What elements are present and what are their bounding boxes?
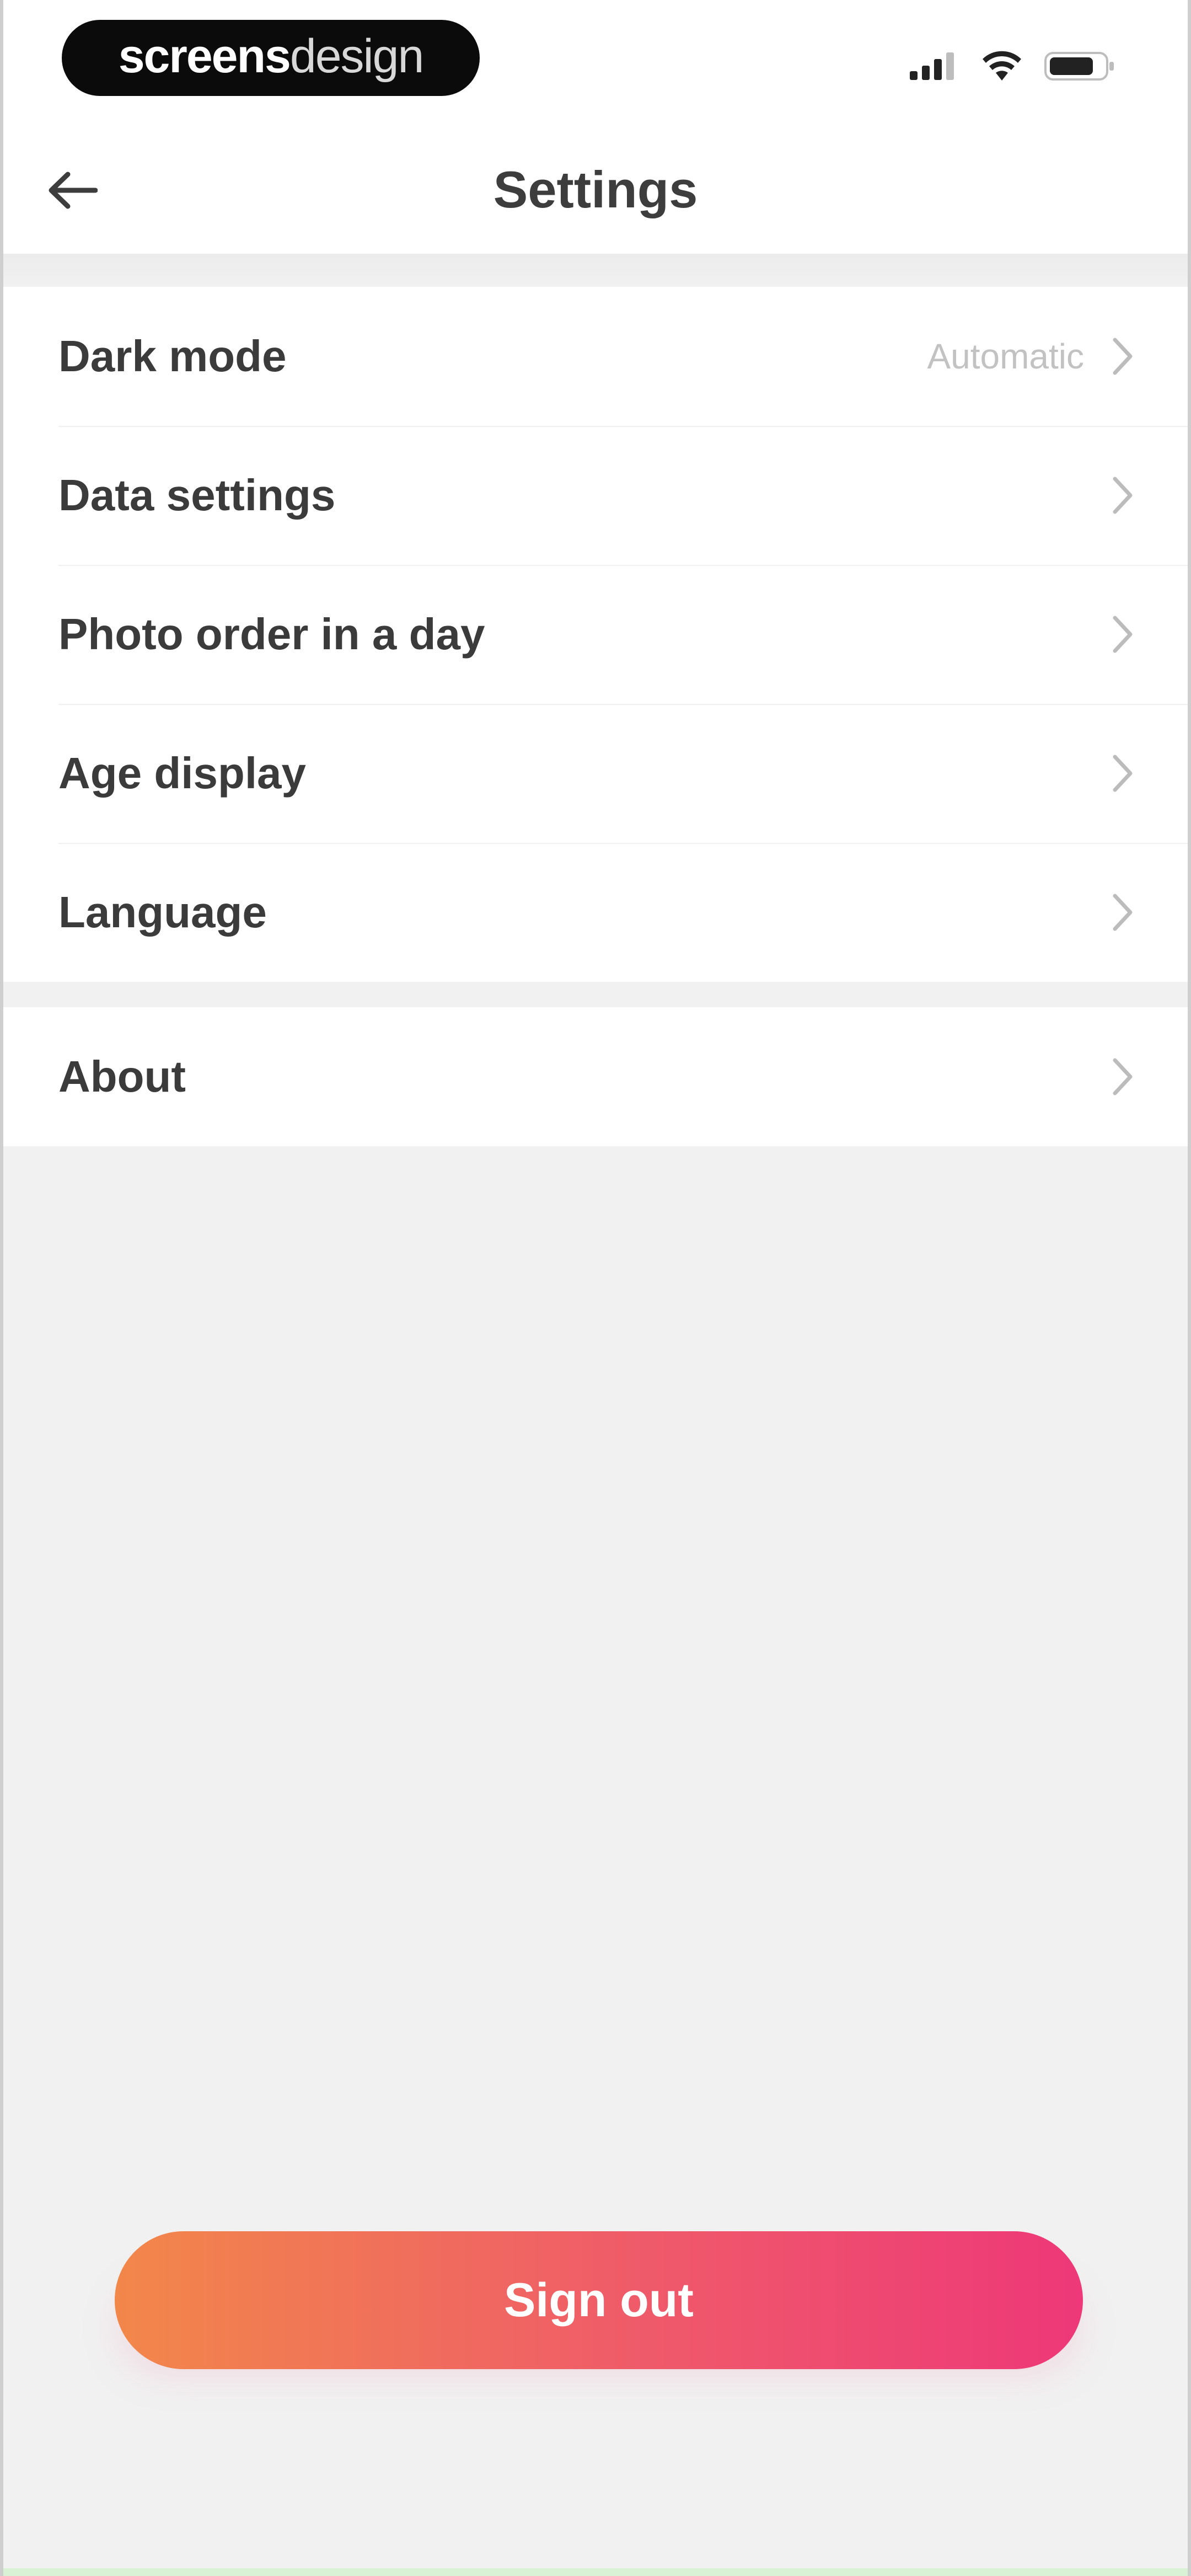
chevron-right-icon	[1106, 751, 1139, 795]
status-bar: screens design	[3, 0, 1188, 116]
chevron-right-icon	[1106, 612, 1139, 656]
wifi-icon	[981, 51, 1022, 84]
brand-strong: screens	[118, 29, 291, 83]
settings-item-label: Dark mode	[58, 332, 287, 381]
brand-logo: screens design	[62, 20, 480, 96]
settings-screen: screens design Settings Dark mode Automa…	[0, 0, 1191, 2576]
chevron-right-icon	[1106, 334, 1139, 378]
settings-item-photo-order[interactable]: Photo order in a day	[3, 565, 1188, 704]
settings-item-label: Language	[58, 888, 267, 937]
header-divider	[3, 254, 1188, 287]
settings-item-age-display[interactable]: Age display	[3, 704, 1188, 843]
chevron-right-icon	[1106, 1055, 1139, 1099]
settings-item-about[interactable]: About	[3, 1007, 1188, 1146]
nav-header: Settings	[3, 116, 1188, 265]
chevron-right-icon	[1106, 890, 1139, 934]
status-icons	[910, 51, 1116, 84]
settings-item-label: About	[58, 1052, 186, 1101]
page-title: Settings	[493, 161, 698, 218]
chevron-right-icon	[1106, 473, 1139, 517]
settings-item-label: Data settings	[58, 471, 336, 520]
settings-group-general: Dark mode Automatic Data settings Photo …	[3, 287, 1188, 982]
settings-group-about: About	[3, 1007, 1188, 1146]
settings-item-dark-mode[interactable]: Dark mode Automatic	[3, 287, 1188, 426]
settings-item-language[interactable]: Language	[3, 843, 1188, 982]
settings-item-label: Photo order in a day	[58, 610, 485, 659]
brand-light: design	[289, 29, 424, 83]
bottom-edge	[3, 2568, 1188, 2576]
battery-icon	[1044, 51, 1116, 84]
settings-item-data-settings[interactable]: Data settings	[3, 426, 1188, 565]
settings-item-label: Age display	[58, 749, 307, 798]
sign-out-button[interactable]: Sign out	[115, 2231, 1083, 2369]
settings-item-value: Automatic	[927, 336, 1084, 376]
cellular-signal-icon	[910, 52, 959, 83]
